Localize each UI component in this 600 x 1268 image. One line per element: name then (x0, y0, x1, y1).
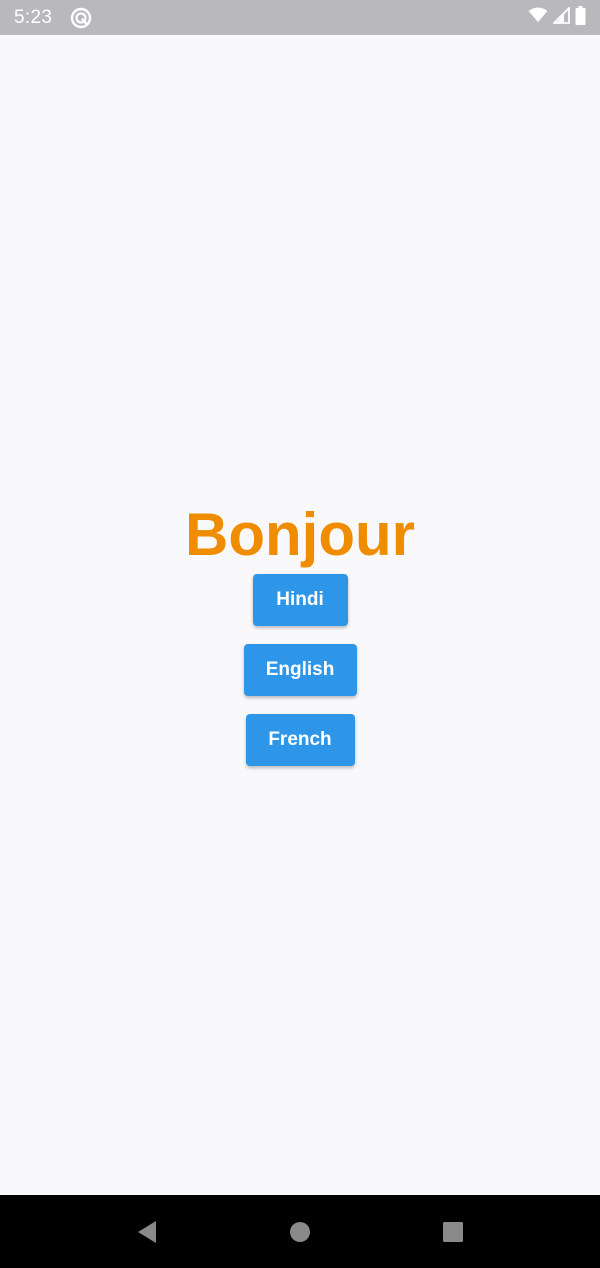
signal-icon (551, 5, 570, 29)
hindi-button[interactable]: Hindi (252, 574, 348, 626)
navigation-bar (0, 1195, 600, 1268)
status-icons (528, 5, 586, 30)
status-bar: 5:23 (0, 0, 600, 35)
app-notification-icon (70, 7, 92, 29)
home-icon[interactable] (280, 1212, 320, 1252)
greeting-text: Bonjour (185, 501, 415, 568)
back-icon[interactable] (127, 1212, 167, 1252)
main-content: Bonjour Hindi English French (0, 35, 600, 1195)
recents-icon[interactable] (433, 1212, 473, 1252)
english-button[interactable]: English (243, 644, 357, 696)
app-screen: 5:23 Bonjour Hindi English French (0, 0, 600, 1268)
status-time: 5:23 (14, 6, 53, 28)
battery-icon (575, 5, 586, 30)
french-button[interactable]: French (245, 714, 355, 766)
wifi-icon (528, 7, 548, 28)
